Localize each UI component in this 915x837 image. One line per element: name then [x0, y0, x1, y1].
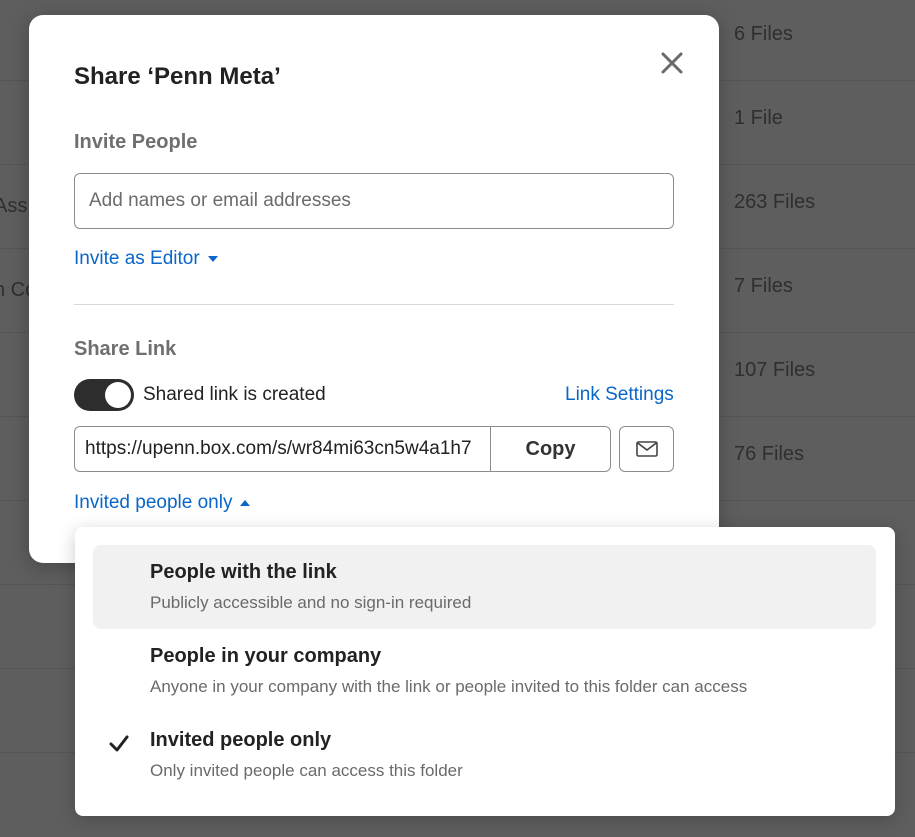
checkmark-icon — [109, 735, 129, 752]
invite-role-dropdown[interactable]: Invite as Editor — [74, 248, 218, 270]
divider — [74, 304, 674, 305]
file-name-partial: Ass — [0, 195, 28, 217]
envelope-icon — [635, 441, 658, 457]
toggle-knob — [105, 382, 131, 408]
share-link-label: Share Link — [74, 338, 177, 360]
file-count: 6 Files — [734, 23, 793, 45]
link-access-label: Invited people only — [74, 492, 233, 513]
email-link-button[interactable] — [619, 426, 674, 472]
link-access-menu: People with the link Publicly accessible… — [75, 527, 895, 816]
invite-role-label: Invite as Editor — [74, 248, 200, 269]
file-count: 76 Files — [734, 443, 805, 465]
file-count: 107 Files — [734, 359, 816, 381]
menu-item-title: Invited people only — [150, 729, 332, 751]
modal-title: Share ‘Penn Meta’ — [74, 63, 281, 90]
share-modal: Share ‘Penn Meta’ Invite People Invite a… — [29, 15, 719, 563]
caret-up-icon — [240, 500, 251, 506]
shared-link-toggle-label: Shared link is created — [143, 384, 326, 405]
shared-link-toggle[interactable] — [74, 379, 134, 411]
file-count: 263 Files — [734, 191, 816, 213]
menu-item-title: People in your company — [150, 645, 382, 667]
menu-item-title: People with the link — [150, 561, 337, 583]
menu-item-people-in-company[interactable]: People in your company Anyone in your co… — [93, 629, 876, 713]
file-count: 7 Files — [734, 275, 793, 297]
menu-item-description: Publicly accessible and no sign-in requi… — [150, 593, 472, 612]
menu-item-description: Only invited people can access this fold… — [150, 761, 463, 780]
invite-people-label: Invite People — [74, 131, 198, 153]
menu-item-people-with-link[interactable]: People with the link Publicly accessible… — [93, 545, 876, 629]
copy-button[interactable]: Copy — [490, 426, 611, 472]
caret-down-icon — [207, 256, 218, 262]
invite-input[interactable] — [74, 173, 674, 229]
file-count: 1 File — [734, 107, 783, 129]
close-button[interactable] — [656, 47, 688, 79]
menu-item-description: Anyone in your company with the link or … — [150, 677, 748, 696]
link-settings-link[interactable]: Link Settings — [565, 384, 674, 406]
close-icon — [661, 52, 683, 74]
link-access-dropdown[interactable]: Invited people only — [74, 492, 251, 514]
shared-link-url-field[interactable] — [74, 426, 491, 472]
menu-item-invited-only[interactable]: Invited people only Only invited people … — [93, 713, 876, 797]
